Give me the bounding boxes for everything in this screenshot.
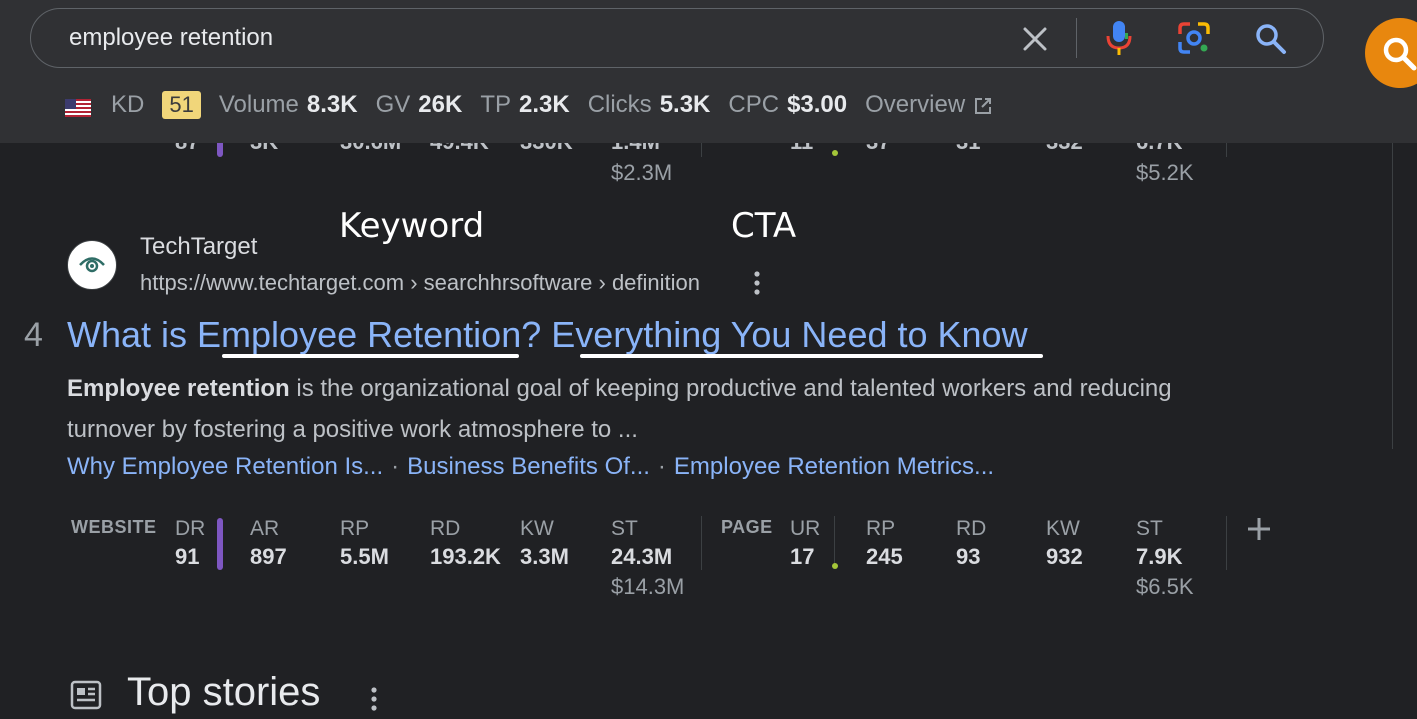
prev-ur-dot [832,150,838,156]
page-label: PAGE [721,517,773,537]
st-label: ST [611,517,638,540]
ur-label: UR [790,517,821,540]
clicks-value: 5.3K [659,91,711,118]
gv-value: 26K [418,91,463,118]
volume-value: 8.3K [306,91,358,118]
gv-label: GV [375,91,411,118]
site-url[interactable]: https://www.techtarget.com › searchhrsof… [140,270,700,296]
snippet-highlight: Employee retention [67,375,290,402]
annotation-cta: CTA [731,206,797,246]
page-rp-label: RP [866,517,896,540]
page-kw-label: KW [1046,517,1080,540]
prev-page-st-cost: $5.2K [1136,160,1194,185]
mic-icon[interactable] [1104,19,1134,57]
scrollbar[interactable] [1392,143,1393,449]
kw-label: KW [520,517,554,540]
ahrefs-keyword-bar: KD 51 Volume 8.3K GV 26K TP 2.3K Clicks … [65,88,993,122]
page-rd-label: RD [956,517,987,540]
overview-link[interactable]: Overview [865,91,965,119]
ar-label: AR [250,517,280,540]
annotation-keyword: Keyword [339,206,485,246]
st-value: 24.3M [611,544,673,569]
more-vert-icon[interactable] [748,268,766,298]
dr-label: DR [175,517,206,540]
kw-value: 3.3M [520,544,569,569]
news-icon [70,680,102,710]
rd-label: RD [430,517,461,540]
ur-value: 17 [790,544,815,569]
close-icon[interactable] [1019,23,1051,55]
search-box[interactable]: employee retention [30,8,1324,68]
ar-value: 897 [250,544,287,569]
ur-track [834,516,835,566]
dr-value: 91 [175,544,200,569]
eye-icon [79,257,105,273]
rp-value: 5.5M [340,544,389,569]
metrics-divider [701,516,702,570]
search-icon[interactable] [1253,21,1289,57]
page-rp-value: 245 [866,544,903,569]
sitelinks: Why Employee Retention Is... · Business Be… [67,453,994,481]
kd-badge: 51 [162,91,201,119]
us-flag-icon [65,96,91,117]
kd-label: KD [111,91,145,118]
result-title-link[interactable]: What is Employee Retention? Everything Y… [67,314,1028,356]
site-favicon[interactable] [67,240,117,290]
search-divider [1076,18,1077,58]
page-rd-value: 93 [956,544,981,569]
tp-label: TP [480,91,511,118]
cpc-label: CPC [728,91,780,118]
sitelink-separator: · [391,453,400,480]
result-rank: 4 [24,316,43,354]
volume-label: Volume [218,91,299,118]
top-stories-heading: Top stories [127,670,321,714]
page-st-cost: $6.5K [1136,574,1194,599]
search-icon [1383,37,1417,71]
page-st-value: 7.9K [1136,544,1183,569]
annotation-underline-cta [580,354,1043,358]
lens-icon[interactable] [1176,20,1212,56]
clicks-label: Clicks [587,91,652,118]
cpc-value: $3.00 [787,91,848,118]
sitelink-1[interactable]: Why Employee Retention Is... [67,453,383,480]
website-label: WEBSITE [71,517,157,537]
dr-bar [217,518,223,570]
external-link-icon[interactable] [973,95,993,115]
plus-icon[interactable] [1245,515,1273,543]
site-name[interactable]: TechTarget [140,233,257,261]
tp-value: 2.3K [518,91,570,118]
rp-label: RP [340,517,370,540]
annotation-underline-keyword [222,354,519,358]
ur-dot [832,563,838,569]
rd-value: 193.2K [430,544,501,569]
page-kw-value: 932 [1046,544,1083,569]
result-snippet: Employee retention is the organizational… [67,368,1187,450]
metrics-divider-2 [1226,516,1227,570]
page-st-label: ST [1136,517,1163,540]
search-header: employee retention KD 51 Volume 8.3K GV … [0,0,1417,143]
prev-st-cost: $2.3M [611,160,673,185]
st-cost: $14.3M [611,574,685,599]
sitelink-2[interactable]: Business Benefits Of... [407,453,650,480]
sitelink-separator: · [657,453,666,480]
search-input[interactable]: employee retention [69,24,273,52]
sitelink-3[interactable]: Employee Retention Metrics... [674,453,994,480]
